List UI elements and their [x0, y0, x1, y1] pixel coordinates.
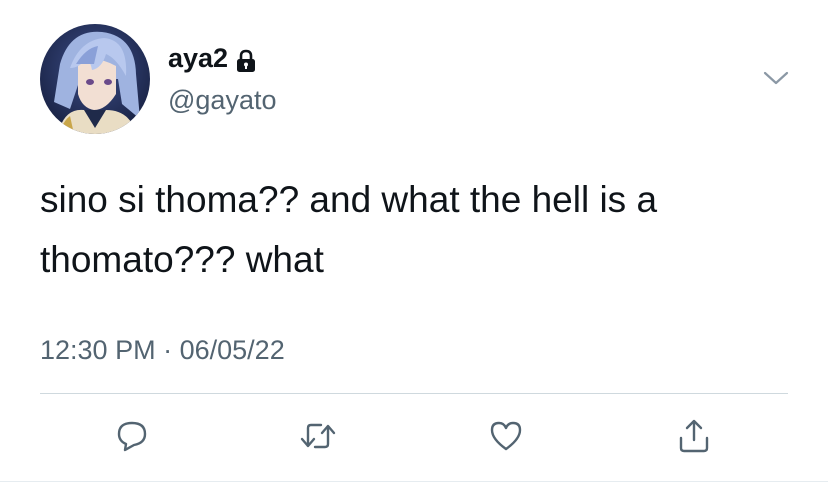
tweet-date: 06/05/22 — [179, 335, 285, 365]
display-name: aya2 — [168, 43, 229, 73]
divider — [40, 393, 788, 394]
chevron-down-icon[interactable] — [762, 68, 790, 88]
tweet-time: 12:30 PM — [40, 335, 156, 365]
like-button[interactable] — [486, 418, 526, 458]
avatar[interactable] — [40, 24, 150, 134]
tweet-timestamp[interactable]: 12:30 PM · 06/05/22 — [40, 332, 285, 368]
lock-icon — [236, 46, 256, 72]
speech-bubble-icon — [115, 419, 149, 458]
heart-icon — [488, 419, 524, 458]
retweet-button[interactable] — [298, 418, 338, 458]
reply-button[interactable] — [112, 418, 152, 458]
display-name-row[interactable]: aya2 — [168, 40, 256, 76]
tweet-text: sino si thoma?? and what the hell is a t… — [40, 179, 658, 280]
share-button[interactable] — [674, 418, 714, 458]
user-handle[interactable]: @gayato — [168, 82, 276, 118]
retweet-icon — [299, 419, 337, 458]
meta-separator: · — [163, 335, 173, 365]
avatar-image — [40, 24, 150, 134]
tweet-card: aya2 @gayato sino si thoma?? and what th… — [0, 0, 828, 482]
share-icon — [676, 418, 712, 459]
